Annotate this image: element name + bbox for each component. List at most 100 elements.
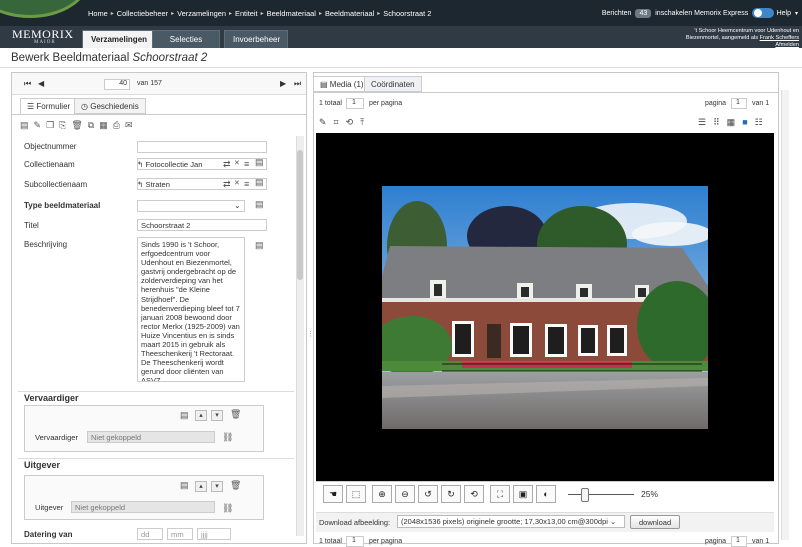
- crop-icon[interactable]: ⌗: [334, 117, 339, 128]
- small-grid-icon[interactable]: ⠿: [713, 117, 720, 128]
- grid-view-icon[interactable]: ▦: [727, 117, 736, 128]
- messages-link[interactable]: Berichten: [602, 10, 632, 17]
- save-icon[interactable]: ▤: [20, 120, 29, 131]
- tab-coordinaten[interactable]: Coördinaten: [364, 76, 422, 92]
- move-up-button[interactable]: ▴: [195, 481, 207, 492]
- duplicate-icon[interactable]: ⧉: [88, 120, 94, 131]
- lookup-icon[interactable]: ▤: [255, 240, 264, 251]
- breadcrumb-collectiebeheer[interactable]: Collectiebeheer: [117, 9, 168, 18]
- copy-icon[interactable]: ❐: [46, 120, 54, 131]
- trash-icon[interactable]: 🗑: [230, 480, 241, 491]
- page-title-record: Schoorstraat 2: [132, 52, 208, 64]
- tab-verzamelingen[interactable]: Verzamelingen: [82, 30, 157, 48]
- type-beeldmateriaal-select[interactable]: [137, 200, 245, 212]
- user-link[interactable]: Frank Scheffers: [760, 35, 799, 41]
- zoom-in-icon[interactable]: ⊕: [372, 485, 392, 503]
- tab-media[interactable]: ▤ Media (1): [313, 76, 371, 92]
- edit-icon[interactable]: ✎: [34, 120, 42, 131]
- download-size-select[interactable]: (2048x1536 pixels) originele grootte; 17…: [397, 515, 625, 528]
- uitgever-label: Uitgever: [35, 503, 64, 512]
- rotate-left-icon[interactable]: ↺: [418, 485, 438, 503]
- select-area-icon[interactable]: ⬚: [346, 485, 366, 503]
- breadcrumb-beeldmateriaal-2[interactable]: Beeldmateriaal: [325, 9, 374, 18]
- chevron-down-icon[interactable]: ⌄: [234, 201, 241, 210]
- breadcrumb-entiteit[interactable]: Entiteit: [235, 9, 258, 18]
- fullscreen-icon[interactable]: ▣: [513, 485, 533, 503]
- clear-icon[interactable]: ✕: [234, 159, 240, 167]
- fit-to-screen-icon[interactable]: ⛶: [490, 485, 510, 503]
- media-per-page-input[interactable]: 1: [346, 98, 364, 109]
- tab-formulier[interactable]: ☰ Formulier: [20, 98, 78, 114]
- breadcrumb-beeldmateriaal[interactable]: Beeldmateriaal: [267, 9, 316, 18]
- lookup-icon[interactable]: ▤: [255, 157, 264, 168]
- tab-selecties[interactable]: Selecties: [152, 30, 220, 48]
- trash-icon[interactable]: 🗑: [230, 409, 241, 420]
- new-record-icon[interactable]: ⎘: [59, 120, 66, 131]
- rotate-edit-icon[interactable]: ⟲: [346, 117, 354, 128]
- last-record-icon[interactable]: ⏭: [294, 79, 301, 89]
- link-chain-icon[interactable]: ⛓: [222, 503, 233, 514]
- first-record-icon[interactable]: ⏮: [24, 79, 31, 89]
- relink-icon[interactable]: ⇄: [223, 179, 231, 190]
- titel-label: Titel: [24, 221, 39, 230]
- rotate-right-icon[interactable]: ↻: [441, 485, 461, 503]
- breadcrumb-verzamelingen[interactable]: Verzamelingen: [177, 9, 226, 18]
- list-view-icon[interactable]: ☰: [698, 117, 706, 128]
- record-number-input[interactable]: 40: [104, 79, 130, 90]
- print-icon[interactable]: ⎙: [113, 120, 120, 131]
- clear-icon[interactable]: ✕: [234, 179, 240, 187]
- form-icon: ☰: [27, 102, 35, 111]
- next-record-icon[interactable]: ▶: [280, 79, 286, 88]
- add-icon[interactable]: ▤: [180, 410, 189, 421]
- previous-record-icon[interactable]: ◀: [38, 79, 44, 88]
- pan-hand-icon[interactable]: ☚: [323, 485, 343, 503]
- delete-icon[interactable]: 🗑: [71, 120, 82, 131]
- objectnummer-input[interactable]: [137, 141, 267, 153]
- bottom-per-page-input[interactable]: 1: [346, 536, 364, 547]
- date-year-input[interactable]: jjjj: [197, 528, 231, 540]
- upload-icon[interactable]: ⤒: [360, 117, 364, 128]
- help-dropdown-icon[interactable]: ▾: [795, 10, 798, 17]
- relink-icon[interactable]: ⇄: [223, 159, 231, 170]
- tab-invoerbeheer[interactable]: Invoerbeheer: [224, 30, 288, 48]
- mail-icon[interactable]: ✉: [125, 120, 133, 131]
- form-scroll-thumb[interactable]: [297, 150, 303, 280]
- bottom-page-input[interactable]: 1: [731, 536, 747, 547]
- date-day-input[interactable]: dd: [137, 528, 163, 540]
- media-scrollbar[interactable]: [781, 90, 789, 540]
- express-toggle[interactable]: [752, 8, 775, 18]
- move-up-button[interactable]: ▴: [195, 410, 207, 421]
- media-page-input[interactable]: 1: [731, 98, 747, 109]
- zoom-slider-handle[interactable]: [580, 488, 589, 502]
- contrast-icon[interactable]: ◐: [536, 485, 556, 503]
- beschrijving-textarea[interactable]: Sinds 1990 is 't Schoor, erfgoedcentrum …: [137, 237, 245, 382]
- titel-input[interactable]: Schoorstraat 2: [137, 219, 267, 231]
- clock-icon: ◷: [81, 102, 88, 111]
- zoom-out-icon[interactable]: ⊖: [395, 485, 415, 503]
- detail-view-icon[interactable]: ☷: [755, 117, 763, 128]
- view-mode-toolbar: ☰ ⠿ ▦ ■ ☷: [698, 117, 763, 128]
- date-month-input[interactable]: mm: [167, 528, 193, 540]
- move-down-button[interactable]: ▾: [211, 410, 223, 421]
- tab-geschiedenis[interactable]: ◷ Geschiedenis: [74, 98, 146, 114]
- download-size-value: (2048x1536 pixels) originele grootte; 17…: [401, 517, 608, 526]
- single-view-icon[interactable]: ■: [742, 117, 747, 128]
- panel-splitter[interactable]: ⋮: [307, 330, 314, 342]
- link-chain-icon[interactable]: ⛓: [222, 432, 233, 443]
- lookup-icon[interactable]: ▤: [255, 177, 264, 188]
- breadcrumb-home[interactable]: Home: [88, 9, 108, 18]
- add-icon[interactable]: ▤: [180, 480, 189, 491]
- express-label[interactable]: inschakelen Memorix Express: [655, 10, 748, 17]
- zoom-slider-track[interactable]: [568, 494, 634, 495]
- messages-badge[interactable]: 43: [635, 8, 652, 18]
- template-icon[interactable]: ▦: [99, 120, 108, 131]
- account-info: 't Schoor Heemcentrum voor Udenhout en B…: [559, 28, 799, 49]
- move-down-button[interactable]: ▾: [211, 481, 223, 492]
- help-link[interactable]: Help: [777, 10, 791, 17]
- pencil-icon[interactable]: ✎: [319, 117, 327, 128]
- list-icon[interactable]: ≡: [244, 179, 249, 189]
- lookup-icon[interactable]: ▤: [255, 199, 264, 210]
- reset-view-icon[interactable]: ⟲: [464, 485, 484, 503]
- download-button[interactable]: download: [630, 515, 681, 529]
- list-icon[interactable]: ≡: [244, 159, 249, 169]
